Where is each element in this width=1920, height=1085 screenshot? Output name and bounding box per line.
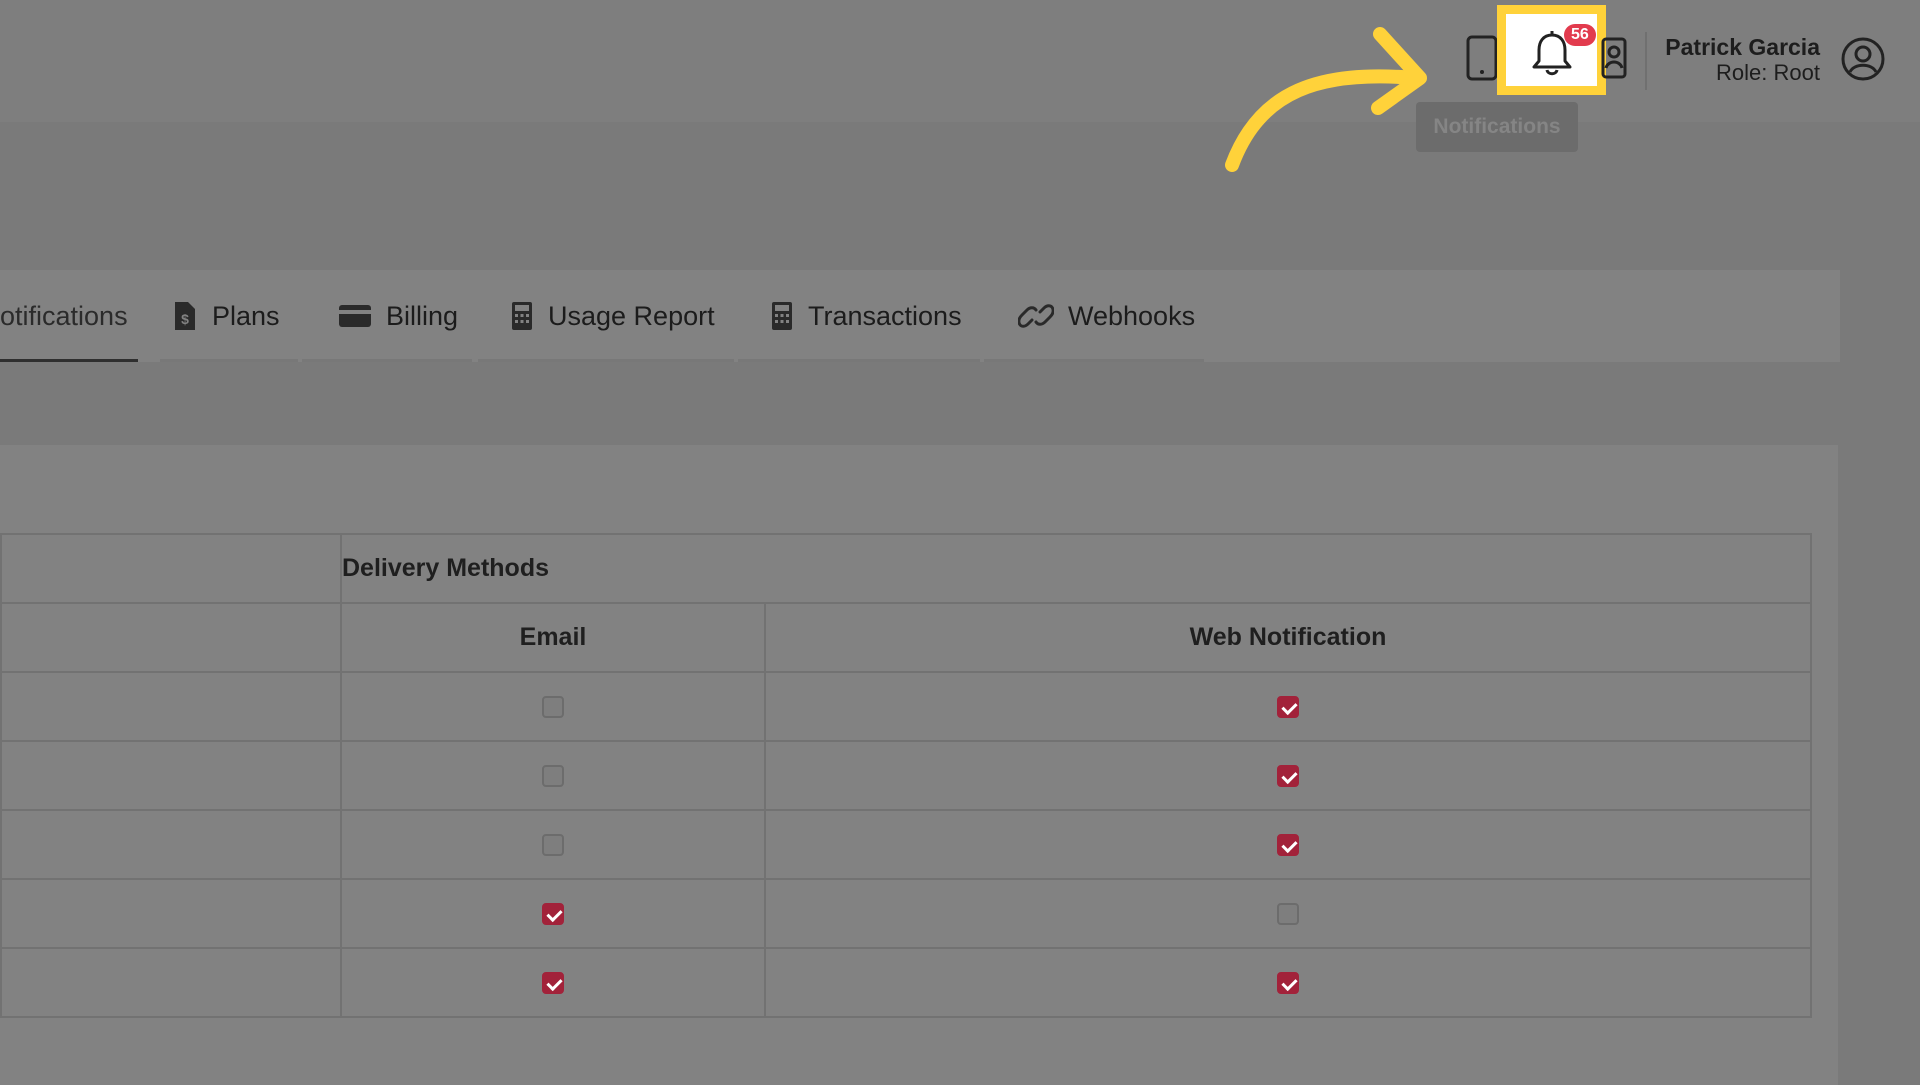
- web-notification-checkbox[interactable]: [1277, 833, 1299, 856]
- email-checkbox[interactable]: [542, 695, 564, 718]
- delivery-methods-table: Delivery Methods Email Web Notification: [0, 533, 1812, 1018]
- top-bar: 56 Patrick Garcia Role: Root: [0, 0, 1920, 122]
- email-checkbox[interactable]: [542, 902, 564, 925]
- active-tab-indicator: [0, 359, 138, 362]
- contacts-button[interactable]: [1586, 30, 1642, 86]
- credit-card-icon: [339, 305, 371, 327]
- contact-card-icon: [1601, 37, 1627, 79]
- tab-underline: [478, 359, 734, 362]
- tab-underline: [160, 359, 298, 362]
- table-cell: [0, 809, 342, 880]
- email-column-header: Email: [340, 602, 766, 673]
- tab-label: otifications: [0, 300, 128, 331]
- table-cell: [0, 878, 342, 949]
- table-row: [0, 809, 1812, 880]
- table-row: [0, 671, 1812, 742]
- table-header-row: Email Web Notification: [0, 602, 1812, 673]
- user-name: Patrick Garcia: [1665, 34, 1820, 60]
- tab-label: Usage Report: [548, 300, 715, 331]
- tab-webhooks[interactable]: Webhooks: [984, 270, 1204, 362]
- table-cell: [0, 740, 342, 811]
- calculator-icon: [772, 302, 792, 330]
- annotation-arrow: [1225, 27, 1427, 172]
- table-row: [0, 947, 1812, 1018]
- table-row: [0, 740, 1812, 811]
- phone-icon: [1466, 35, 1498, 81]
- user-avatar-icon[interactable]: [1840, 36, 1886, 82]
- table-cell: [0, 533, 342, 604]
- web-notification-column-header: Web Notification: [764, 602, 1812, 673]
- calculator-icon: [512, 302, 532, 330]
- header-divider: [1645, 32, 1647, 90]
- tab-transactions[interactable]: Transactions: [738, 270, 980, 362]
- web-notification-checkbox[interactable]: [1277, 971, 1299, 994]
- web-notification-checkbox[interactable]: [1277, 902, 1299, 925]
- tab-label: Billing: [386, 300, 459, 331]
- email-checkbox[interactable]: [542, 971, 564, 994]
- web-notification-checkbox[interactable]: [1277, 695, 1299, 718]
- tab-underline: [302, 359, 472, 362]
- tab-label: Webhooks: [1068, 300, 1196, 331]
- notifications-tooltip: Notifications: [1416, 102, 1578, 152]
- delivery-methods-header: Delivery Methods: [340, 533, 1812, 604]
- tab-billing[interactable]: Billing: [302, 270, 472, 362]
- user-role: Role: Root: [1716, 60, 1820, 85]
- tab-underline: [984, 359, 1204, 362]
- email-checkbox[interactable]: [542, 764, 564, 787]
- email-checkbox[interactable]: [542, 833, 564, 856]
- table-cell: [0, 602, 342, 673]
- tab-label: Plans: [212, 300, 280, 331]
- tab-label: Transactions: [808, 300, 962, 331]
- table-row: [0, 878, 1812, 949]
- web-notification-checkbox[interactable]: [1277, 764, 1299, 787]
- table-cell: [0, 671, 342, 742]
- svg-text:$: $: [181, 311, 189, 327]
- link-icon: [1018, 304, 1054, 328]
- tab-notifications[interactable]: otifications: [0, 270, 138, 362]
- table-cell: [0, 947, 342, 1018]
- tab-usage-report[interactable]: Usage Report: [478, 270, 734, 362]
- tab-underline: [738, 359, 980, 362]
- tab-plans[interactable]: $ Plans: [160, 270, 298, 362]
- settings-tabs: otifications $ Plans Billing Usage Repor…: [0, 270, 1840, 362]
- dollar-file-icon: $: [175, 302, 195, 330]
- table-group-header-row: Delivery Methods: [0, 533, 1812, 604]
